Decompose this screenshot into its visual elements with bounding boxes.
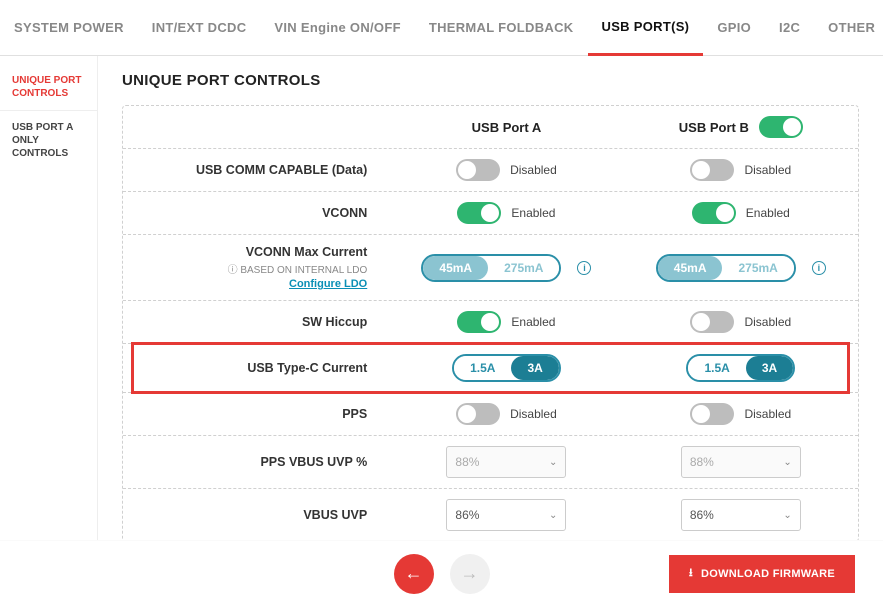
toggle-vconn-a-label: Enabled xyxy=(511,206,555,220)
row-sw-hiccup: SW Hiccup Enabled Disabled xyxy=(123,301,858,344)
chevron-down-icon: ⌄ xyxy=(549,457,557,468)
toggle-vconn-b-label: Enabled xyxy=(746,206,790,220)
configure-ldo-link[interactable]: Configure LDO xyxy=(123,278,367,290)
toggle-pps-a[interactable] xyxy=(456,403,500,425)
row-vconn-max: VCONN Max Current ⓘ BASED ON INTERNAL LD… xyxy=(123,235,858,301)
label-vconn-max: VCONN Max Current ⓘ BASED ON INTERNAL LD… xyxy=(123,245,389,290)
toggle-swh-b-label: Disabled xyxy=(744,315,791,329)
typec-b-group: 1.5A 3A xyxy=(686,354,795,382)
row-pps-vbus-uvp: PPS VBUS UVP % 88%⌄ 88%⌄ xyxy=(123,436,858,489)
typec-b-3a[interactable]: 3A xyxy=(746,356,793,380)
section-title: UNIQUE PORT CONTROLS xyxy=(122,72,859,89)
toggle-pps-a-label: Disabled xyxy=(510,407,557,421)
toggle-pps-b[interactable] xyxy=(690,403,734,425)
toggle-comm-b[interactable] xyxy=(690,159,734,181)
toggle-swh-b[interactable] xyxy=(690,311,734,333)
toggle-swh-a[interactable] xyxy=(457,311,501,333)
arrow-right-icon: → xyxy=(461,563,479,584)
info-icon[interactable]: i xyxy=(577,261,591,275)
main-panel: UNIQUE PORT CONTROLS USB Port A USB Port… xyxy=(98,56,883,606)
chevron-down-icon: ⌄ xyxy=(549,510,557,521)
toggle-vconn-b[interactable] xyxy=(692,202,736,224)
select-ppsuvp-b[interactable]: 88%⌄ xyxy=(681,446,801,478)
label-pps: PPS xyxy=(123,407,389,421)
nav-next-button[interactable]: → xyxy=(450,554,490,594)
vconn-max-a-group: 45mA 275mA xyxy=(421,254,561,282)
nav-back-button[interactable]: ← xyxy=(394,554,434,594)
top-tabs: SYSTEM POWER INT/EXT DCDC VIN Engine ON/… xyxy=(0,0,883,56)
tab-system-power[interactable]: SYSTEM POWER xyxy=(0,0,138,56)
sidebar-item-usb-port-a-only[interactable]: USB PORT A ONLY CONTROLS xyxy=(0,111,97,170)
label-sw-hiccup: SW Hiccup xyxy=(123,315,389,329)
label-vconn-max-sub: ⓘ BASED ON INTERNAL LDO xyxy=(123,261,367,276)
tab-thermal-foldback[interactable]: THERMAL FOLDBACK xyxy=(415,0,588,56)
vconn-max-a-275ma[interactable]: 275mA xyxy=(488,256,559,280)
toggle-comm-b-label: Disabled xyxy=(744,163,791,177)
select-vbusuvp-a[interactable]: 86%⌄ xyxy=(446,499,566,531)
ports-header-row: USB Port A USB Port B xyxy=(123,106,858,149)
tab-i2c[interactable]: I2C xyxy=(765,0,814,56)
sidebar-item-unique-port-controls[interactable]: UNIQUE PORT CONTROLS xyxy=(0,64,97,111)
select-ppsuvp-a[interactable]: 88%⌄ xyxy=(446,446,566,478)
select-vbusuvp-b[interactable]: 86%⌄ xyxy=(681,499,801,531)
row-vbus-uvp: VBUS UVP 86%⌄ 86%⌄ xyxy=(123,489,858,541)
tab-usb-ports[interactable]: USB PORT(S) xyxy=(588,0,704,56)
arrow-left-icon: ← xyxy=(405,563,423,584)
port-b-enable-toggle[interactable] xyxy=(759,116,803,138)
toggle-comm-a[interactable] xyxy=(456,159,500,181)
typec-a-3a[interactable]: 3A xyxy=(511,356,558,380)
port-b-header: USB Port B xyxy=(679,120,749,135)
download-firmware-button[interactable]: ⭳ DOWNLOAD FIRMWARE xyxy=(669,555,855,593)
controls-panel: USB Port A USB Port B USB COMM CAPABLE (… xyxy=(122,105,859,542)
port-a-header: USB Port A xyxy=(472,120,542,135)
vconn-max-b-275ma[interactable]: 275mA xyxy=(722,256,793,280)
vconn-max-a-45ma[interactable]: 45mA xyxy=(423,256,488,280)
label-pps-vbus-uvp: PPS VBUS UVP % xyxy=(123,455,389,469)
sidebar: UNIQUE PORT CONTROLS USB PORT A ONLY CON… xyxy=(0,56,98,606)
chevron-down-icon: ⌄ xyxy=(783,457,791,468)
row-vconn: VCONN Enabled Enabled xyxy=(123,192,858,235)
toggle-comm-a-label: Disabled xyxy=(510,163,557,177)
chevron-down-icon: ⌄ xyxy=(783,510,791,521)
tab-vin-engine[interactable]: VIN Engine ON/OFF xyxy=(260,0,414,56)
tab-gpio[interactable]: GPIO xyxy=(703,0,765,56)
row-pps: PPS Disabled Disabled xyxy=(123,393,858,436)
label-vconn: VCONN xyxy=(123,206,389,220)
info-icon[interactable]: i xyxy=(812,261,826,275)
toggle-vconn-a[interactable] xyxy=(457,202,501,224)
footer: ← → ⭳ DOWNLOAD FIRMWARE xyxy=(0,540,883,606)
row-usb-type-c-current: USB Type-C Current 1.5A 3A 1.5A 3A xyxy=(123,344,858,393)
row-usb-comm: USB COMM CAPABLE (Data) Disabled Disable… xyxy=(123,149,858,192)
toggle-swh-a-label: Enabled xyxy=(511,315,555,329)
download-icon: ⭳ xyxy=(689,564,693,583)
vconn-max-b-45ma[interactable]: 45mA xyxy=(658,256,723,280)
label-usb-comm: USB COMM CAPABLE (Data) xyxy=(123,163,389,177)
typec-a-group: 1.5A 3A xyxy=(452,354,561,382)
typec-b-1p5a[interactable]: 1.5A xyxy=(688,356,745,380)
label-vbus-uvp: VBUS UVP xyxy=(123,508,389,522)
tab-int-ext-dcdc[interactable]: INT/EXT DCDC xyxy=(138,0,261,56)
tab-other[interactable]: OTHER xyxy=(814,0,883,56)
download-firmware-label: DOWNLOAD FIRMWARE xyxy=(701,568,835,580)
typec-a-1p5a[interactable]: 1.5A xyxy=(454,356,511,380)
label-typec: USB Type-C Current xyxy=(123,361,389,375)
vconn-max-b-group: 45mA 275mA xyxy=(656,254,796,282)
toggle-pps-b-label: Disabled xyxy=(744,407,791,421)
